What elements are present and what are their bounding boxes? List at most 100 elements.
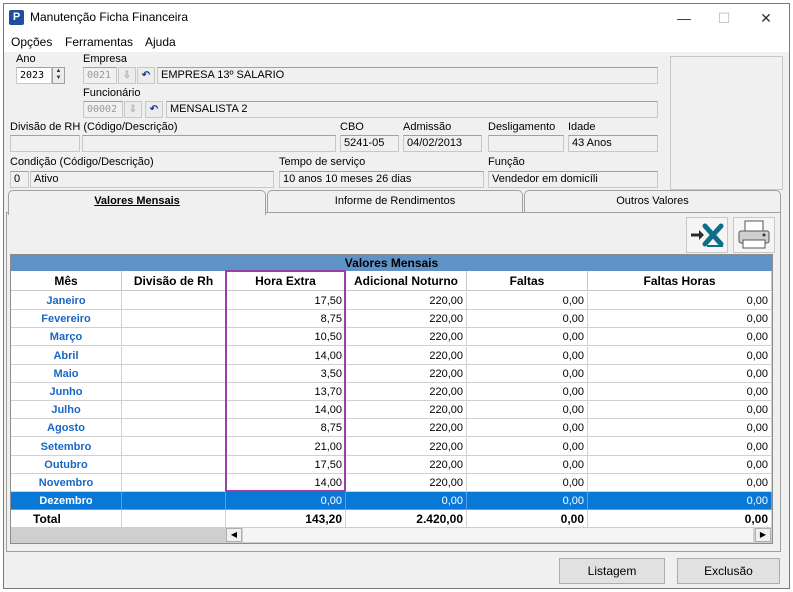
cell-faltas[interactable]: 0,00: [467, 437, 588, 456]
cell-faltas[interactable]: 0,00: [467, 292, 588, 310]
table-row[interactable]: Janeiro 17,50 220,00 0,00 0,00: [11, 292, 772, 310]
cell-adicional-noturno[interactable]: 220,00: [346, 292, 467, 310]
table-row[interactable]: Dezembro 0,00 0,00 0,00 0,00: [11, 492, 772, 511]
cell-faltas-horas[interactable]: 0,00: [588, 492, 772, 511]
table-row[interactable]: Julho 14,00 220,00 0,00 0,00: [11, 401, 772, 420]
exclusao-button[interactable]: Exclusão: [677, 558, 780, 584]
cell-faltas-horas[interactable]: 0,00: [588, 383, 772, 401]
cell-divisao[interactable]: [122, 328, 226, 347]
cell-divisao[interactable]: [122, 437, 226, 456]
print-button[interactable]: [733, 217, 775, 253]
close-button[interactable]: ✕: [746, 6, 786, 30]
cell-adicional-noturno[interactable]: 220,00: [346, 383, 467, 401]
cell-mes[interactable]: Julho: [11, 401, 122, 420]
cell-faltas[interactable]: 0,00: [467, 310, 588, 329]
empresa-lookup-icon[interactable]: ⇩: [118, 67, 136, 84]
col-header-mes[interactable]: Mês: [11, 271, 122, 291]
cell-hora-extra[interactable]: 17,50: [226, 455, 346, 474]
table-row[interactable]: Fevereiro 8,75 220,00 0,00 0,00: [11, 310, 772, 329]
cell-mes[interactable]: Dezembro: [11, 492, 122, 511]
cell-faltas[interactable]: 0,00: [467, 401, 588, 420]
cell-faltas[interactable]: 0,00: [467, 474, 588, 492]
cell-hora-extra[interactable]: 14,00: [226, 401, 346, 420]
cell-faltas-horas[interactable]: 0,00: [588, 419, 772, 438]
cell-faltas[interactable]: 0,00: [467, 455, 588, 474]
cell-faltas-horas[interactable]: 0,00: [588, 328, 772, 347]
ano-input[interactable]: 2023: [16, 67, 52, 84]
cell-faltas-horas[interactable]: 0,00: [588, 364, 772, 383]
col-header-hora-extra[interactable]: Hora Extra: [226, 271, 346, 291]
cell-hora-extra[interactable]: 0,00: [226, 492, 346, 511]
menu-opcoes[interactable]: Opções: [11, 35, 52, 49]
empresa-undo-icon[interactable]: ↶: [137, 67, 155, 84]
scroll-thumb[interactable]: [243, 528, 753, 542]
cell-faltas-horas[interactable]: 0,00: [588, 401, 772, 420]
table-row[interactable]: Agosto 8,75 220,00 0,00 0,00: [11, 419, 772, 438]
cell-mes[interactable]: Março: [11, 328, 122, 347]
cell-faltas[interactable]: 0,00: [467, 346, 588, 365]
table-row[interactable]: Novembro 14,00 220,00 0,00 0,00: [11, 474, 772, 492]
cell-hora-extra[interactable]: 8,75: [226, 419, 346, 438]
funcionario-lookup-icon[interactable]: ⇩: [124, 101, 142, 118]
spin-down-icon[interactable]: ▼: [53, 75, 64, 82]
cell-faltas[interactable]: 0,00: [467, 328, 588, 347]
spin-up-icon[interactable]: ▲: [53, 68, 64, 75]
cell-adicional-noturno[interactable]: 220,00: [346, 401, 467, 420]
cell-mes[interactable]: Janeiro: [11, 292, 122, 310]
funcionario-code-input[interactable]: 00002: [83, 101, 123, 118]
cell-adicional-noturno[interactable]: 220,00: [346, 364, 467, 383]
cell-faltas-horas[interactable]: 0,00: [588, 346, 772, 365]
menu-ferramentas[interactable]: Ferramentas: [65, 35, 133, 49]
cell-faltas-horas[interactable]: 0,00: [588, 455, 772, 474]
col-header-adicional-noturno[interactable]: Adicional Noturno: [346, 271, 467, 291]
listagem-button[interactable]: Listagem: [559, 558, 665, 584]
cell-mes[interactable]: Junho: [11, 383, 122, 401]
cell-hora-extra[interactable]: 14,00: [226, 346, 346, 365]
cell-faltas-horas[interactable]: 0,00: [588, 310, 772, 329]
cell-adicional-noturno[interactable]: 220,00: [346, 310, 467, 329]
cell-divisao[interactable]: [122, 364, 226, 383]
cell-hora-extra[interactable]: 14,00: [226, 474, 346, 492]
cell-hora-extra[interactable]: 13,70: [226, 383, 346, 401]
cell-mes[interactable]: Abril: [11, 346, 122, 365]
cell-hora-extra[interactable]: 21,00: [226, 437, 346, 456]
table-row[interactable]: Setembro 21,00 220,00 0,00 0,00: [11, 437, 772, 456]
cell-adicional-noturno[interactable]: 220,00: [346, 419, 467, 438]
cell-divisao[interactable]: [122, 310, 226, 329]
cell-divisao[interactable]: [122, 419, 226, 438]
cell-faltas[interactable]: 0,00: [467, 383, 588, 401]
cell-divisao[interactable]: [122, 292, 226, 310]
cell-divisao[interactable]: [122, 492, 226, 511]
maximize-button[interactable]: ☐: [704, 6, 744, 30]
cell-adicional-noturno[interactable]: 0,00: [346, 492, 467, 511]
cell-hora-extra[interactable]: 3,50: [226, 364, 346, 383]
cell-faltas[interactable]: 0,00: [467, 364, 588, 383]
cell-mes[interactable]: Maio: [11, 364, 122, 383]
menu-ajuda[interactable]: Ajuda: [145, 35, 176, 49]
cell-adicional-noturno[interactable]: 220,00: [346, 455, 467, 474]
cell-mes[interactable]: Setembro: [11, 437, 122, 456]
cell-divisao[interactable]: [122, 401, 226, 420]
col-header-faltas[interactable]: Faltas: [467, 271, 588, 291]
table-row[interactable]: Outubro 17,50 220,00 0,00 0,00: [11, 455, 772, 474]
excel-export-button[interactable]: [686, 217, 728, 253]
col-header-faltas-horas[interactable]: Faltas Horas: [588, 271, 772, 291]
cell-mes[interactable]: Agosto: [11, 419, 122, 438]
cell-hora-extra[interactable]: 8,75: [226, 310, 346, 329]
table-row[interactable]: Abril 14,00 220,00 0,00 0,00: [11, 346, 772, 365]
cell-adicional-noturno[interactable]: 220,00: [346, 437, 467, 456]
tab-informe-rendimentos[interactable]: Informe de Rendimentos: [267, 190, 523, 212]
cell-hora-extra[interactable]: 10,50: [226, 328, 346, 347]
funcionario-undo-icon[interactable]: ↶: [145, 101, 163, 118]
cell-hora-extra[interactable]: 17,50: [226, 292, 346, 310]
cell-mes[interactable]: Fevereiro: [11, 310, 122, 329]
cell-faltas-horas[interactable]: 0,00: [588, 292, 772, 310]
scroll-right-icon[interactable]: ▶: [755, 528, 771, 542]
cell-faltas-horas[interactable]: 0,00: [588, 474, 772, 492]
tab-valores-mensais[interactable]: Valores Mensais: [8, 190, 266, 215]
empresa-code-input[interactable]: 0021: [83, 67, 117, 84]
cell-divisao[interactable]: [122, 455, 226, 474]
ano-spinner[interactable]: ▲ ▼: [52, 67, 65, 84]
cell-divisao[interactable]: [122, 474, 226, 492]
cell-divisao[interactable]: [122, 383, 226, 401]
